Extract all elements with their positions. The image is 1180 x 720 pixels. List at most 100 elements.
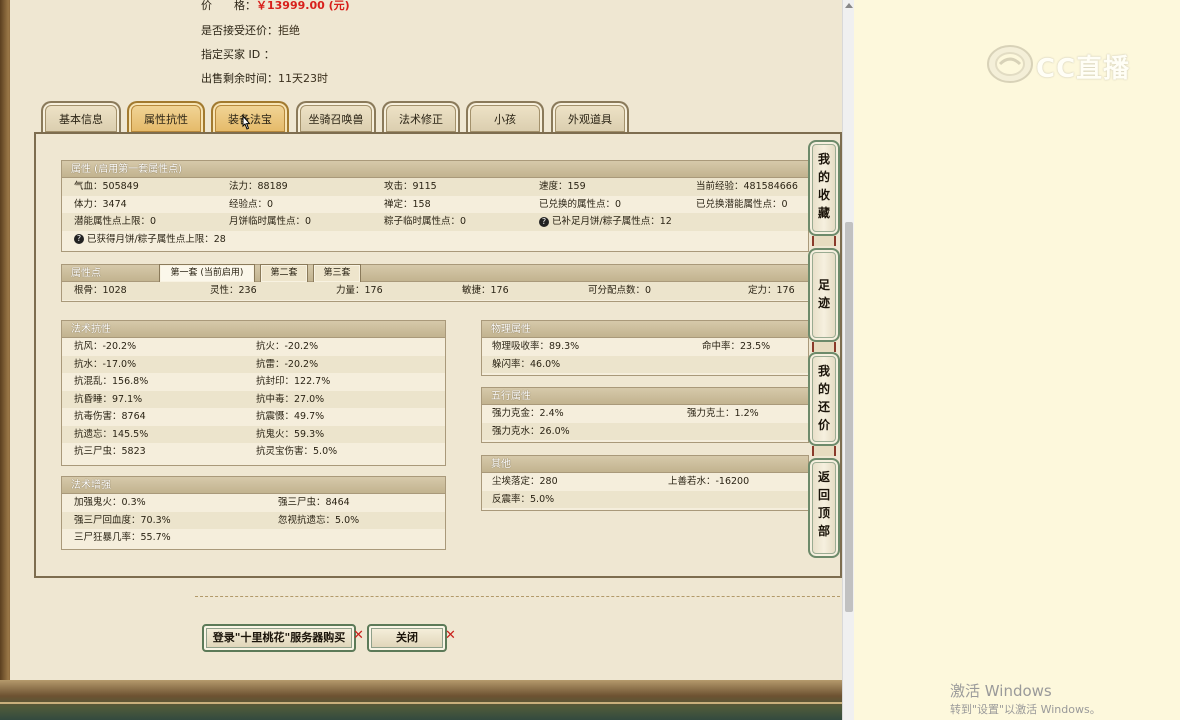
resist-cell: 抗雷：-20.2% [256, 358, 319, 370]
tab-spell-mods[interactable]: 法术修正 [382, 101, 460, 134]
points-row: 根骨：1028 灵性：236 力量：176 敏捷：176 可分配点数：0 定力：… [62, 282, 808, 300]
attributes-title: 属性 (启用第一套属性点) [62, 161, 808, 178]
other-cell: 反震率：5.0% [492, 493, 555, 505]
counter-offer-row: 是否接受还价：拒绝 [201, 22, 300, 38]
resist-cell: 抗中毒：27.0% [256, 393, 325, 405]
attr-cell: 法力：88189 [229, 181, 288, 192]
five-elements-cell: 强力克金：2.4% [492, 408, 564, 419]
resist-cell: 抗风：-20.2% [74, 341, 137, 352]
resist-row: 抗风：-20.2% 抗火：-20.2% [62, 338, 445, 356]
spell-enhance-box: 法术增强 加强鬼火：0.3% 强三尸虫：8464 强三尸回血度：70.3% 忽视抗遗… [61, 476, 446, 550]
footprint-label: 足迹 [817, 278, 830, 310]
cc-brand-watermark: CC直播 [1036, 54, 1131, 84]
resist-row: 抗水：-17.0% 抗雷：-20.2% [62, 355, 445, 373]
scroll-up-arrow-icon[interactable] [845, 3, 853, 8]
my-counter-offers-button[interactable]: 我的还价 [808, 352, 840, 446]
five-elements-box: 五行属性 强力克金：2.4% 强力克土：1.2% 强力克水：26.0% [481, 387, 809, 443]
tab-basic-info[interactable]: 基本信息 [41, 101, 121, 134]
attr-cell: 已兑换潜能属性点：0 [696, 198, 788, 210]
physical-cell: 物理吸收率：89.3% [492, 341, 580, 352]
scrollbar-thumb[interactable] [845, 222, 853, 612]
spell-enhance-title: 法术增强 [62, 477, 445, 494]
my-favorites-label: 我的收藏 [817, 152, 830, 220]
attributes-row: 气血：505849 法力：88189 攻击：9115 速度：159 当前经验：4… [62, 178, 808, 196]
attr-cell: 体力：3474 [74, 198, 127, 210]
physical-row: 物理吸收率：89.3% 命中率：23.5% [482, 338, 808, 356]
five-elements-row: 强力克金：2.4% 强力克土：1.2% [482, 405, 808, 423]
attr-cell: 经验点：0 [229, 198, 274, 210]
close-x-icon: ✕ [445, 628, 456, 643]
resist-cell: 抗火：-20.2% [256, 341, 319, 352]
physical-cell: 躲闪率：46.0% [492, 358, 561, 370]
resist-cell: 抗震慑：49.7% [256, 411, 325, 422]
points-set-2-tab[interactable]: 第二套 [260, 264, 308, 282]
spell-resist-box: 法术抗性 抗风：-20.2% 抗火：-20.2% 抗水：-17.0% 抗雷：-20.… [61, 320, 446, 466]
resist-row: 抗遗忘：145.5% 抗鬼火：59.3% [62, 425, 445, 443]
enhance-cell: 忽视抗遗忘：5.0% [278, 514, 360, 526]
physical-cell: 命中率：23.5% [702, 341, 771, 352]
help-icon[interactable]: ? [539, 216, 549, 227]
attributes-row: ? 已获得月饼/粽子属性点上限：28 [62, 231, 808, 249]
attr-cell: 已兑换的属性点：0 [539, 198, 622, 210]
attr-cell: 月饼临时属性点：0 [229, 216, 312, 227]
attributes-row: 潜能属性点上限：0 月饼临时属性点：0 粽子临时属性点：0 ? 已补足月饼/粽子属… [62, 213, 808, 231]
physical-row: 躲闪率：46.0% [482, 355, 808, 373]
five-elements-cell: 强力克水：26.0% [492, 425, 570, 437]
close-x-icon: ✕ [353, 628, 364, 643]
attr-cell: 禅定：158 [384, 198, 431, 210]
other-row: 反震率：5.0% [482, 490, 808, 508]
tab-mounts-pets[interactable]: 坐骑召唤兽 [296, 101, 376, 134]
close-button[interactable]: 关闭 [367, 624, 447, 652]
points-cell: 敏捷：176 [462, 285, 509, 296]
points-cell: 定力：176 [748, 285, 795, 296]
resist-cell: 抗鬼火：59.3% [256, 428, 325, 440]
resist-cell: 抗水：-17.0% [74, 358, 137, 370]
attr-cell: 潜能属性点上限：0 [74, 216, 157, 227]
points-set-1-tab[interactable]: 第一套 (当前启用) [159, 264, 255, 282]
five-elements-row: 强力克水：26.0% [482, 422, 808, 440]
time-left-row: 出售剩余时间：11天23时 [201, 70, 328, 86]
counter-offer-value: 拒绝 [278, 24, 300, 37]
bottom-band [0, 680, 852, 720]
attr-cell: 当前经验：481584666 [696, 181, 798, 192]
resist-cell: 抗昏睡：97.1% [74, 393, 143, 405]
price-row: 价 格：￥13999.00 (元) [201, 0, 350, 13]
tab-attributes-resist[interactable]: 属性抗性 [127, 101, 205, 134]
attr-cell: 粽子临时属性点：0 [384, 216, 467, 227]
mouse-cursor-icon [242, 115, 251, 130]
back-to-top-label: 返回顶部 [817, 470, 830, 538]
help-icon[interactable]: ? [74, 234, 84, 244]
resist-row: 抗混乱：156.8% 抗封印：122.7% [62, 373, 445, 391]
enhance-cell: 加强鬼火：0.3% [74, 497, 146, 508]
resist-cell: 抗三尸虫：5823 [74, 446, 146, 457]
resist-cell: 抗灵宝伤害：5.0% [256, 446, 338, 457]
band-line [0, 702, 852, 704]
points-set-3-tab[interactable]: 第三套 [313, 264, 361, 282]
counter-offer-label: 是否接受还价： [201, 24, 278, 37]
other-row: 尘埃落定：280 上善若水：-16200 [482, 473, 808, 491]
footprint-button[interactable]: 足迹 [808, 248, 840, 342]
side-nav-joint [812, 236, 836, 246]
tab-appearance[interactable]: 外观道具 [551, 101, 629, 134]
resist-cell: 抗遗忘：145.5% [74, 428, 149, 440]
enhance-row: 强三尸回血度：70.3% 忽视抗遗忘：5.0% [62, 511, 445, 529]
attr-cell: ? 已获得月饼/粽子属性点上限：28 [74, 231, 226, 249]
time-left-label: 出售剩余时间： [201, 72, 278, 85]
tab-child[interactable]: 小孩 [466, 101, 544, 134]
back-to-top-button[interactable]: 返回顶部 [808, 458, 840, 558]
my-counter-offers-label: 我的还价 [817, 364, 830, 432]
login-buy-button[interactable]: 登录"十里桃花"服务器购买 [202, 624, 356, 652]
enhance-row: 三尸狂暴几率：55.7% [62, 529, 445, 547]
divider [195, 596, 840, 597]
other-title: 其他 [482, 456, 808, 473]
side-nav-joint [812, 446, 836, 456]
five-elements-title: 五行属性 [482, 388, 808, 405]
resist-row: 抗三尸虫：5823 抗灵宝伤害：5.0% [62, 443, 445, 461]
attributes-box: 属性 (启用第一套属性点) 气血：505849 法力：88189 攻击：9115… [61, 160, 809, 252]
page-scrollbar[interactable] [842, 0, 854, 720]
my-favorites-button[interactable]: 我的收藏 [808, 140, 840, 236]
side-nav-joint [812, 342, 836, 352]
other-box: 其他 尘埃落定：280 上善若水：-16200 反震率：5.0% [481, 455, 809, 511]
attr-cell-text: 已补足月饼/粽子属性点：12 [552, 216, 672, 227]
buyer-id-row: 指定买家 ID ： [201, 46, 275, 62]
